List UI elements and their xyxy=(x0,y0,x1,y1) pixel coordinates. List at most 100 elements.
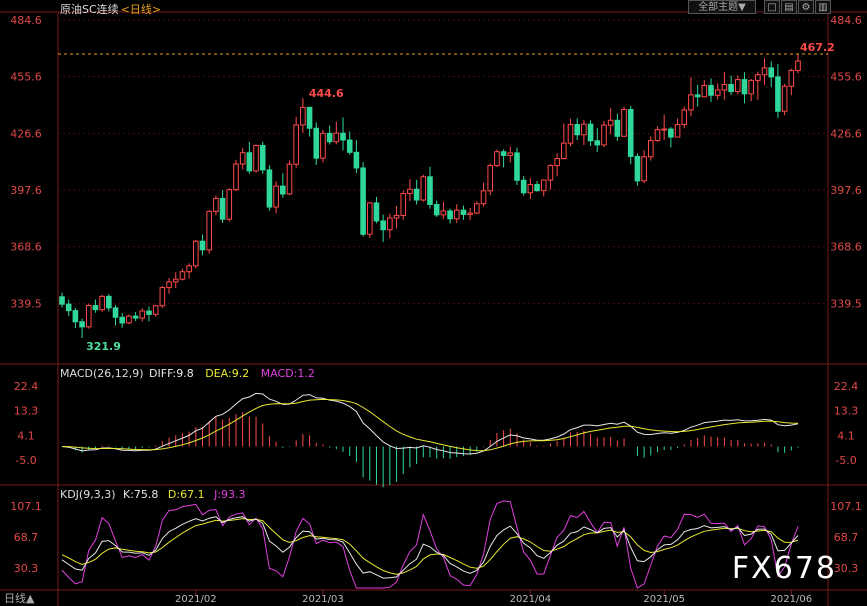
candle-body xyxy=(540,179,547,192)
kdj-legend: KDJ(9,3,3) K:75.8 D:67.1 J:93.3 xyxy=(60,488,246,501)
peak-price-label: 444.6 xyxy=(309,87,344,100)
candle-body xyxy=(674,124,681,138)
candle-body xyxy=(320,132,326,159)
candle-body xyxy=(186,265,192,273)
candle-body xyxy=(92,305,99,311)
candle-body xyxy=(65,303,72,312)
candle-body xyxy=(601,124,607,146)
candle-body xyxy=(373,202,380,222)
candle-body xyxy=(340,132,346,141)
candle-body xyxy=(433,204,440,216)
candle-body xyxy=(467,212,473,215)
theme-selector-button[interactable]: 全部主题▼ xyxy=(688,0,756,14)
window-single-icon[interactable]: □ xyxy=(764,0,780,14)
kdj-j-line xyxy=(61,500,799,589)
candle-body xyxy=(206,210,212,251)
candle-body xyxy=(273,185,279,208)
candle-body xyxy=(587,123,594,142)
price-tick-left: 426.6 xyxy=(10,127,42,140)
kdj-tick-right: 30.3 xyxy=(834,562,859,575)
candle-body xyxy=(474,203,480,214)
candle-body xyxy=(694,94,701,98)
candle-body xyxy=(761,67,768,76)
period-label[interactable]: <日线> xyxy=(121,3,161,16)
price-tick-left: 484.6 xyxy=(10,14,42,27)
candle-body xyxy=(527,184,534,194)
candle-body xyxy=(106,295,112,309)
candle-body xyxy=(775,76,781,112)
candle-body xyxy=(594,140,601,146)
candle-body xyxy=(500,151,507,156)
candlestick-chart: 484.6 484.6 455.6 455.6 426.6 426.6 397.6 397.6… xyxy=(0,11,867,606)
candle-body xyxy=(520,179,527,194)
month-label: 2021/04 xyxy=(510,594,552,605)
candle-body xyxy=(734,79,741,93)
candle-body xyxy=(514,152,520,181)
macd-tick-right: 22.4 xyxy=(834,380,859,393)
macd-diff-value: DIFF:9.8 xyxy=(149,367,194,380)
candle-body xyxy=(286,163,293,195)
candle-body xyxy=(534,184,540,192)
macd-legend: MACD(26,12,9) DIFF:9.8 DEA:9.2 MACD:1.2 xyxy=(60,367,315,380)
candle-body xyxy=(453,209,460,220)
settings-icon[interactable]: ⚙ xyxy=(798,0,814,14)
chart-icon[interactable]: ▥ xyxy=(815,0,831,14)
candle-body xyxy=(353,151,360,169)
candle-body xyxy=(380,220,386,231)
candle-body xyxy=(708,84,714,96)
macd-tick-left: 4.1 xyxy=(17,429,35,442)
fx678-watermark: FX678 xyxy=(731,551,837,586)
candle-body xyxy=(152,305,159,315)
candle-body xyxy=(494,151,500,167)
candle-body xyxy=(795,60,801,71)
price-tick-left: 455.6 xyxy=(10,71,42,84)
kdj-title: KDJ(9,3,3) xyxy=(60,488,116,501)
macd-diff-line xyxy=(61,392,799,455)
candle-body xyxy=(193,240,199,267)
candle-body xyxy=(226,189,233,220)
candle-body xyxy=(748,79,754,95)
macd-title: MACD(26,12,9) xyxy=(60,367,144,380)
price-tick-left: 368.6 xyxy=(10,241,42,254)
candle-body xyxy=(219,197,226,220)
candle-body xyxy=(126,315,132,324)
candle-body xyxy=(360,167,366,235)
candle-body xyxy=(166,281,172,289)
candle-body xyxy=(768,67,775,78)
candle-body xyxy=(447,210,453,220)
candle-body xyxy=(741,79,748,95)
price-tick-right: 397.6 xyxy=(830,184,862,197)
candle-body xyxy=(413,188,420,201)
candle-body xyxy=(407,188,413,195)
candle-body xyxy=(233,163,239,191)
candle-body xyxy=(59,296,65,305)
candle-body xyxy=(179,271,186,280)
period-control[interactable]: 日线▲ xyxy=(4,590,34,606)
candle-body xyxy=(400,193,407,216)
kdj-tick-right: 68.7 xyxy=(834,531,859,544)
candle-body xyxy=(85,305,92,328)
candle-body xyxy=(648,140,654,158)
candle-body xyxy=(561,142,567,160)
macd-tick-right: -5.0 xyxy=(835,454,856,467)
candle-body xyxy=(621,109,627,137)
candle-body xyxy=(574,124,581,136)
month-label: 2021/06 xyxy=(771,594,813,605)
price-tick-left: 339.5 xyxy=(10,298,42,311)
price-tick-right: 368.6 xyxy=(830,241,862,254)
candle-body xyxy=(246,152,253,172)
candle-body xyxy=(253,144,259,172)
symbol-name: 原油SC连续 xyxy=(60,3,119,16)
window-split-icon[interactable]: ▤ xyxy=(781,0,797,14)
candle-body xyxy=(714,89,721,96)
price-tick-right: 339.5 xyxy=(830,298,862,311)
candle-body xyxy=(480,190,487,205)
candle-body xyxy=(313,127,320,159)
low-price-label: 321.9 xyxy=(86,340,121,353)
candle-body xyxy=(119,316,126,324)
candle-body xyxy=(132,315,139,319)
candle-body xyxy=(99,295,105,311)
candle-body xyxy=(581,123,587,136)
candle-body xyxy=(427,176,433,206)
macd-dea-value: DEA:9.2 xyxy=(205,367,250,380)
